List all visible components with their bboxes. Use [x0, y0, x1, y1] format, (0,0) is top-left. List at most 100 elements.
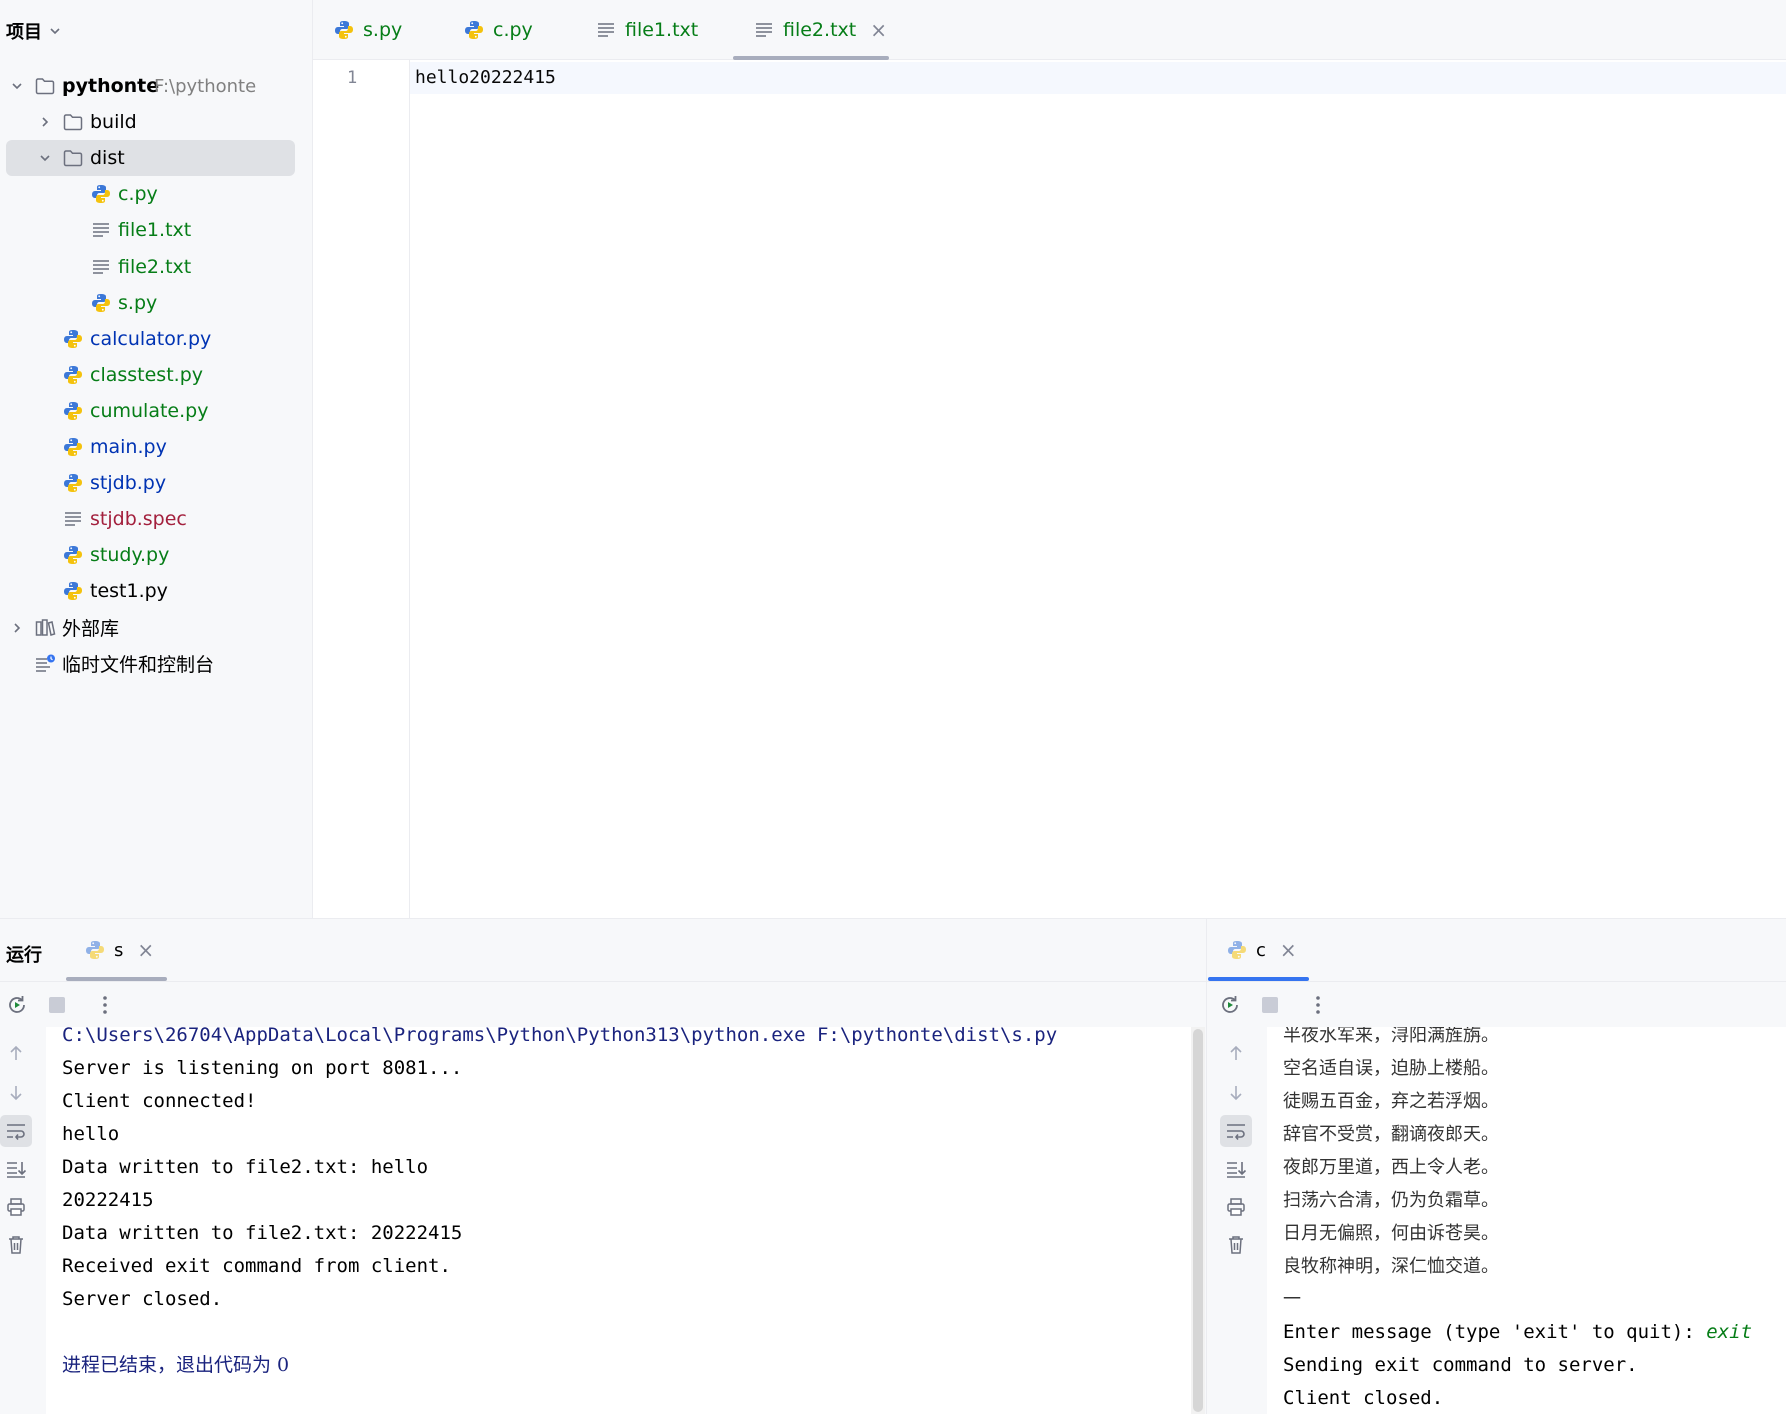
trash-icon[interactable]	[0, 1229, 32, 1261]
python-file-icon	[62, 328, 84, 350]
split-divider[interactable]	[1206, 919, 1207, 1414]
console-scrollbar-thumb[interactable]	[1193, 1029, 1203, 1412]
tree-item-dist[interactable]: dist	[6, 140, 295, 177]
console-line: C:\Users\26704\AppData\Local\Programs\Py…	[62, 1027, 1057, 1052]
arrow-up-icon[interactable]	[1220, 1037, 1252, 1069]
soft-wrap-icon[interactable]	[1220, 1115, 1252, 1147]
project-title: 项目	[6, 22, 42, 43]
project-view-header[interactable]: 项目	[6, 18, 62, 44]
tree-item-s-py[interactable]: s.py	[6, 285, 295, 321]
tree-item-pythonte[interactable]: pythonte F:\pythonte	[6, 68, 295, 104]
console-line: 辞官不受赏，翻谪夜郎天。	[1283, 1118, 1499, 1151]
stop-icon[interactable]	[1257, 992, 1283, 1018]
tree-item-label: build	[90, 111, 137, 134]
tree-item-calculator-py[interactable]: calculator.py	[6, 321, 295, 357]
run-tool-window: 运行 s × c × C:\Users\26704\AppData\Local\…	[0, 918, 1786, 1414]
tree-item-label: c.py	[118, 183, 158, 206]
tree-item-main-py[interactable]: main.py	[6, 429, 295, 465]
close-icon[interactable]: ×	[137, 938, 154, 962]
run-toolbar-left	[0, 981, 1206, 1027]
console-line-text: Client connected!	[62, 1090, 257, 1112]
more-options-icon[interactable]	[92, 992, 118, 1018]
tree-item-file1-txt[interactable]: file1.txt	[6, 212, 295, 248]
python-file-icon	[90, 292, 112, 314]
rerun-icon[interactable]	[1217, 992, 1243, 1018]
tree-item-label: stjdb.py	[90, 472, 167, 495]
trash-icon[interactable]	[1220, 1229, 1252, 1261]
arrow-down-icon[interactable]	[1220, 1077, 1252, 1109]
arrow-down-icon[interactable]	[0, 1077, 32, 1109]
tree-item-nodeexternal-libraries[interactable]: 外部库	[6, 610, 295, 646]
chevron-right-icon[interactable]	[10, 621, 24, 635]
console-line: Enter message (type 'exit' to quit): exi…	[1283, 1316, 1752, 1349]
library-icon	[34, 617, 56, 639]
print-icon[interactable]	[0, 1191, 32, 1223]
more-options-icon[interactable]	[1305, 992, 1331, 1018]
run-toolbar-right	[1207, 981, 1786, 1027]
console-line: Client closed.	[1283, 1382, 1443, 1414]
chevron-right-icon[interactable]	[38, 115, 52, 129]
tree-item-study-py[interactable]: study.py	[6, 537, 295, 573]
tree-item-label: test1.py	[90, 580, 168, 603]
scroll-to-end-icon[interactable]	[0, 1153, 32, 1185]
text-file-icon	[90, 219, 112, 241]
run-tab-s[interactable]: s ×	[84, 919, 154, 981]
tree-item-classtest-py[interactable]: classtest.py	[6, 357, 295, 393]
console-output-client[interactable]: 半夜水军来，浔阳满旌旃。 空名适自误，迫胁上楼船。 徒赐五百金，弃之若浮烟。 辞官不受…	[1267, 1027, 1786, 1414]
tree-item-cumulate-py[interactable]: cumulate.py	[6, 393, 295, 429]
console-line-text: 一	[1283, 1289, 1301, 1310]
python-file-icon	[333, 19, 355, 41]
tree-item-stjdb-py[interactable]: stjdb.py	[6, 465, 295, 501]
console-line: 空名适自误，迫胁上楼船。	[1283, 1052, 1499, 1085]
stop-icon[interactable]	[44, 992, 70, 1018]
python-file-icon	[62, 580, 84, 602]
console-line: Sending exit command to server.	[1283, 1349, 1638, 1382]
close-icon[interactable]: ×	[870, 18, 887, 42]
project-sidebar: 项目 pythonte F:\pythonte build dist c.py file1…	[0, 0, 313, 918]
editor-tab-file2-txt[interactable]: file2.txt ×	[733, 0, 889, 60]
close-icon[interactable]: ×	[1280, 938, 1297, 962]
console-line: 进程已结束，退出代码为 0	[62, 1349, 289, 1382]
console-line: 徒赐五百金，弃之若浮烟。	[1283, 1085, 1499, 1118]
python-file-icon	[62, 472, 84, 494]
tree-item-c-py[interactable]: c.py	[6, 176, 295, 212]
tree-item-nodescratches[interactable]: 临时文件和控制台	[6, 646, 295, 682]
editor-content[interactable]: hello20222415	[415, 67, 556, 88]
editor-tab-c-py[interactable]: c.py	[463, 0, 533, 60]
text-file-icon	[90, 256, 112, 278]
console-line: 日月无偏照，何由诉苍昊。	[1283, 1217, 1499, 1250]
console-output-server[interactable]: C:\Users\26704\AppData\Local\Programs\Py…	[46, 1027, 1191, 1414]
console-line: Server closed.	[62, 1283, 222, 1316]
editor-gutter	[313, 60, 410, 918]
chevron-down-icon[interactable]	[10, 79, 24, 93]
text-file-icon	[595, 19, 617, 41]
tree-item-test1-py[interactable]: test1.py	[6, 573, 295, 609]
run-tab-c[interactable]: c ×	[1226, 919, 1297, 981]
console-line-text: hello	[62, 1123, 120, 1145]
console-line-text: 20222415	[62, 1189, 154, 1211]
tree-item-label: file2.txt	[118, 255, 192, 278]
line-number: 1	[347, 68, 358, 88]
tree-item-label: calculator.py	[90, 327, 212, 350]
python-file-icon	[62, 400, 84, 422]
scratches-icon	[34, 653, 56, 675]
tree-item-stjdb-spec[interactable]: stjdb.spec	[6, 501, 295, 537]
console-line: 一	[1283, 1283, 1301, 1316]
scroll-to-end-icon[interactable]	[1220, 1153, 1252, 1185]
python-file-icon	[463, 19, 485, 41]
chevron-down-icon[interactable]	[38, 151, 52, 165]
soft-wrap-icon[interactable]	[0, 1115, 32, 1147]
tree-item-build[interactable]: build	[6, 104, 295, 140]
editor-tab-file1-txt[interactable]: file1.txt	[595, 0, 698, 60]
rerun-icon[interactable]	[4, 992, 30, 1018]
editor-tab-s-py[interactable]: s.py	[333, 0, 402, 60]
print-icon[interactable]	[1220, 1191, 1252, 1223]
console-line-text: Enter message (type 'exit' to quit):	[1283, 1321, 1707, 1343]
editor-area: s.py c.py file1.txt file2.txt × 1 hello20222…	[313, 0, 1786, 918]
chevron-down-icon	[48, 24, 62, 38]
console-line-text: Data written to file2.txt: hello	[62, 1156, 429, 1178]
arrow-up-icon[interactable]	[0, 1037, 32, 1069]
tree-item-label: stjdb.spec	[90, 508, 187, 531]
tree-item-file2-txt[interactable]: file2.txt	[6, 249, 295, 285]
python-file-icon	[1226, 939, 1248, 961]
